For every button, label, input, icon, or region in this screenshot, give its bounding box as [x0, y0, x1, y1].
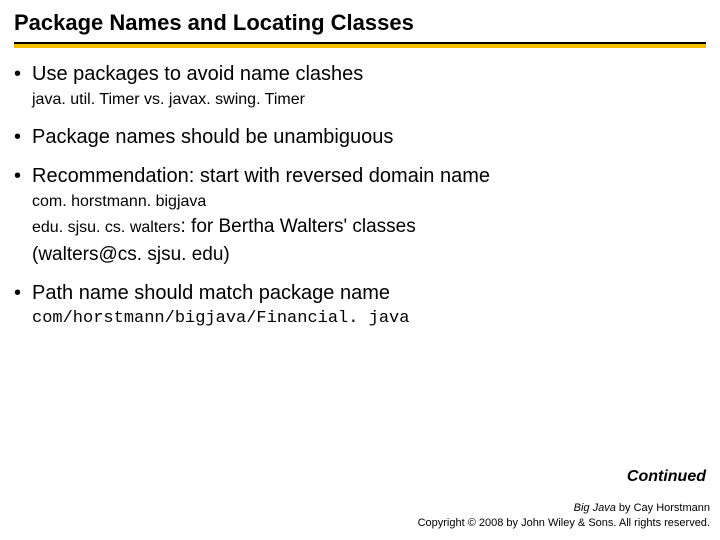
bullet-item: • Package names should be unambiguous	[14, 125, 706, 150]
footer-line-1: Big Java by Cay Horstmann	[418, 501, 710, 515]
bullet-row: • Package names should be unambiguous	[14, 125, 706, 150]
bullet-row: • Path name should match package name	[14, 281, 706, 306]
footer-byline: by Cay Horstmann	[616, 502, 710, 514]
rule-gold	[14, 44, 706, 48]
bullet-text: Use packages to avoid name clashes	[32, 62, 363, 87]
bullet-text: Recommendation: start with reversed doma…	[32, 164, 490, 189]
title-area: Package Names and Locating Classes	[0, 0, 720, 40]
content-area: • Use packages to avoid name clashes jav…	[0, 48, 720, 331]
bullet-text: Package names should be unambiguous	[32, 125, 393, 150]
bullet-text: Path name should match package name	[32, 281, 390, 306]
slide-title: Package Names and Locating Classes	[14, 10, 706, 36]
bullet-sub-tail: : for Bertha Walters' classes	[181, 216, 416, 237]
bullet-sub: (walters@cs. sjsu. edu)	[32, 242, 706, 268]
bullet-row: • Use packages to avoid name clashes	[14, 62, 706, 87]
footer: Big Java by Cay Horstmann Copyright © 20…	[418, 501, 710, 530]
bullet-sub-code: edu. sjsu. cs. walters	[32, 219, 181, 236]
bullet-item: • Recommendation: start with reversed do…	[14, 164, 706, 268]
bullet-dot-icon: •	[14, 125, 32, 150]
bullet-list: • Use packages to avoid name clashes jav…	[14, 62, 706, 331]
bullet-dot-icon: •	[14, 281, 32, 306]
title-rule	[14, 42, 706, 48]
bullet-item: • Use packages to avoid name clashes jav…	[14, 62, 706, 111]
footer-copyright: Copyright © 2008 by John Wiley & Sons. A…	[418, 516, 710, 530]
bullet-dot-icon: •	[14, 164, 32, 189]
bullet-row: • Recommendation: start with reversed do…	[14, 164, 706, 189]
continued-label: Continued	[627, 468, 706, 486]
bullet-dot-icon: •	[14, 62, 32, 87]
bullet-item: • Path name should match package name co…	[14, 281, 706, 331]
bullet-sub: com. horstmann. bigjava	[32, 191, 706, 213]
bullet-sub: java. util. Timer vs. javax. swing. Time…	[32, 89, 706, 111]
footer-book-title: Big Java	[574, 502, 616, 514]
bullet-sub-mono: com/horstmann/bigjava/Financial. java	[32, 308, 706, 331]
bullet-sub: edu. sjsu. cs. walters: for Bertha Walte…	[32, 214, 706, 240]
